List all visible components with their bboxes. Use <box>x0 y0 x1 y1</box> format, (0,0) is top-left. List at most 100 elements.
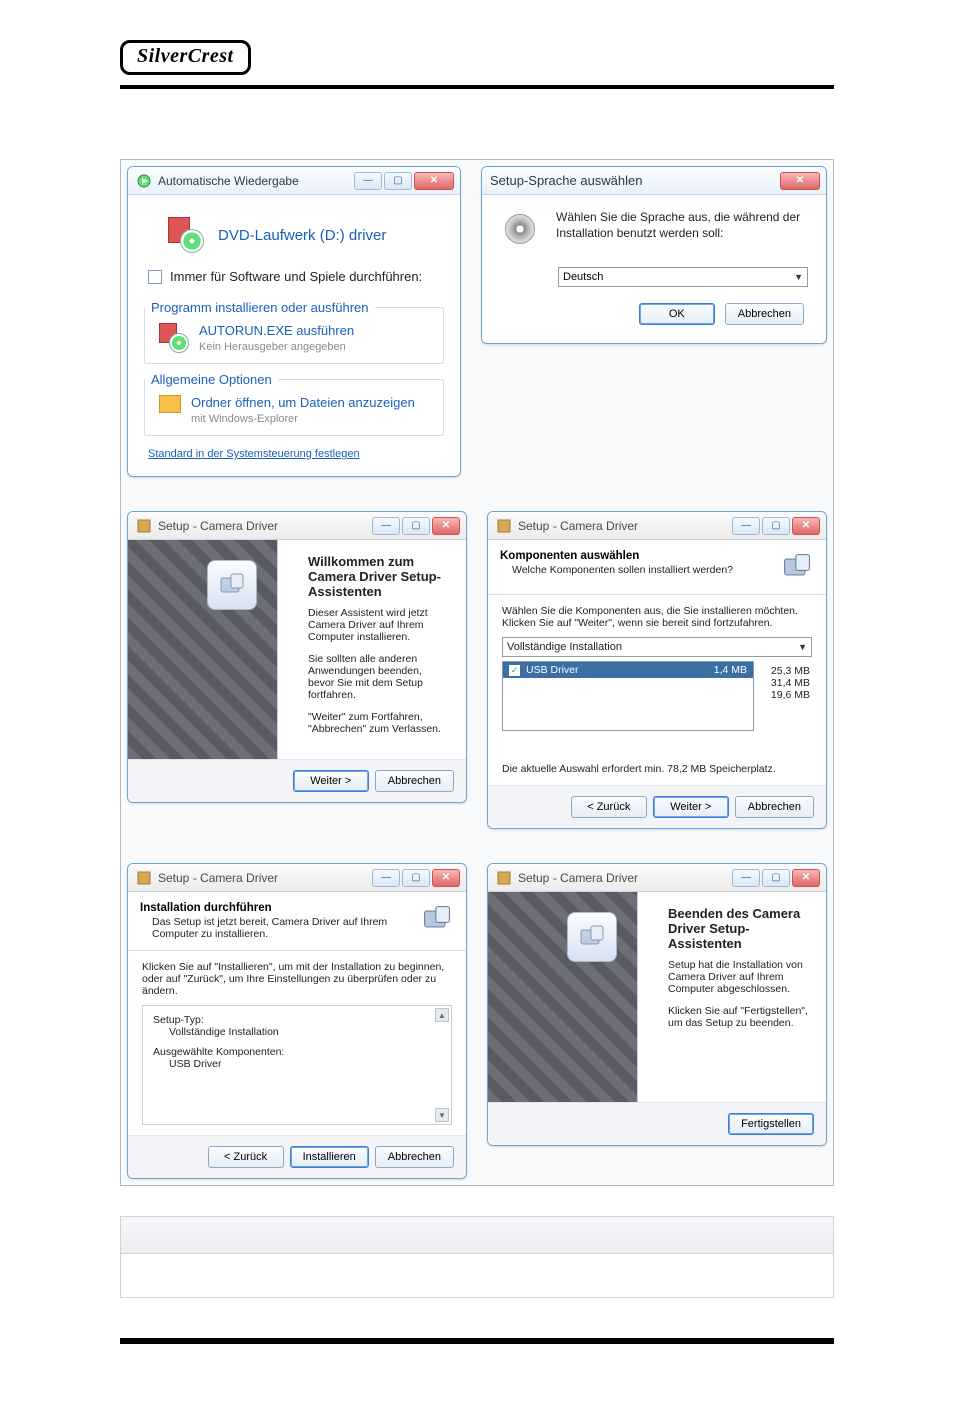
ready-heading: Installation durchführen <box>140 902 412 914</box>
setup-icon <box>496 870 512 886</box>
cancel-button[interactable]: Abbrechen <box>375 1146 454 1168</box>
minimize-button[interactable]: — <box>732 869 760 887</box>
component-item-size: 1,4 MB <box>714 664 747 676</box>
header-rule <box>120 85 834 89</box>
component-checkbox[interactable]: ✓ <box>509 665 520 676</box>
open-folder-option[interactable]: Ordner öffnen, um Dateien anzuzeigen mit… <box>145 387 443 435</box>
autorun-option[interactable]: AUTORUN.EXE ausführen Kein Herausgeber a… <box>145 315 443 363</box>
close-button[interactable]: ✕ <box>780 172 820 190</box>
wizard-welcome-p3: "Weiter" zum Fortfahren, "Abbrechen" zum… <box>308 711 450 735</box>
wizard-side-image <box>128 540 278 759</box>
wizard-side-image <box>488 892 638 1102</box>
close-button[interactable]: ✕ <box>432 517 460 535</box>
open-folder-line2: mit Windows-Explorer <box>191 413 298 425</box>
wizard-badge-icon <box>567 912 617 962</box>
chevron-down-icon: ▼ <box>794 272 803 282</box>
close-button[interactable]: ✕ <box>792 869 820 887</box>
dvd-drive-icon <box>168 217 204 253</box>
autorun-icon <box>159 323 189 353</box>
setup-disc-icon <box>500 209 540 249</box>
language-dialog: Setup-Sprache auswählen ✕ Wählen Sie die… <box>481 166 827 344</box>
chevron-down-icon: ▼ <box>798 642 807 652</box>
ready-subheading: Das Setup ist jetzt bereit, Camera Drive… <box>140 914 412 940</box>
ready-instruction: Klicken Sie auf "Installieren", um mit d… <box>142 961 452 997</box>
maximize-button[interactable]: ▢ <box>402 517 430 535</box>
wizard-ready-window: Setup - Camera Driver — ▢ ✕ Installation… <box>127 863 467 1179</box>
wizard-welcome-window: Setup - Camera Driver — ▢ ✕ <box>127 511 467 803</box>
back-button[interactable]: < Zurück <box>208 1146 284 1168</box>
always-label: Immer für Software und Spiele durchführe… <box>170 269 422 284</box>
minimize-button[interactable]: — <box>732 517 760 535</box>
wizard-header-icon <box>420 902 454 936</box>
close-button[interactable]: ✕ <box>792 517 820 535</box>
language-select[interactable]: Deutsch ▼ <box>558 267 808 287</box>
open-folder-line1: Ordner öffnen, um Dateien anzuzeigen <box>191 395 415 410</box>
summary-components-value: USB Driver <box>153 1058 441 1070</box>
minimize-button[interactable]: — <box>372 517 400 535</box>
language-title: Setup-Sprache auswählen <box>490 173 643 188</box>
scroll-up-icon[interactable]: ▲ <box>435 1008 449 1022</box>
scroll-down-icon[interactable]: ▼ <box>435 1108 449 1122</box>
window-title: Setup - Camera Driver <box>158 519 278 533</box>
brand-logo: SilverCrest <box>120 40 251 75</box>
wizard-welcome-heading: Willkommen zum Camera Driver Setup-Assis… <box>308 554 450 599</box>
summary-components-label: Ausgewählte Komponenten: <box>153 1046 441 1058</box>
maximize-button[interactable]: ▢ <box>762 869 790 887</box>
wizard-finish-p2: Klicken Sie auf "Fertigstellen", um das … <box>668 1005 810 1029</box>
next-button[interactable]: Weiter > <box>293 770 369 792</box>
component-item: USB Driver <box>526 664 579 676</box>
wizard-components-window: Setup - Camera Driver — ▢ ✕ Komponenten … <box>487 511 827 829</box>
finish-button[interactable]: Fertigstellen <box>728 1113 814 1135</box>
group-general-label: Allgemeine Optionen <box>145 372 278 387</box>
minimize-button[interactable]: — <box>372 869 400 887</box>
back-button[interactable]: < Zurück <box>571 796 647 818</box>
autorun-line2: Kein Herausgeber angegeben <box>199 341 346 353</box>
install-preset-select[interactable]: Vollständige Installation ▼ <box>502 637 812 657</box>
size-estimates: 25,3 MB 31,4 MB 19,6 MB <box>760 661 812 731</box>
close-button[interactable]: ✕ <box>432 869 460 887</box>
wizard-finish-window: Setup - Camera Driver — ▢ ✕ <box>487 863 827 1146</box>
setup-icon <box>136 870 152 886</box>
components-subheading: Welche Komponenten sollen installiert we… <box>500 562 772 576</box>
components-heading: Komponenten auswählen <box>500 550 772 562</box>
install-preset-value: Vollständige Installation <box>507 641 622 653</box>
maximize-button[interactable]: ▢ <box>384 172 412 190</box>
components-listbox[interactable]: ✓ USB Driver 1,4 MB <box>502 661 754 731</box>
maximize-button[interactable]: ▢ <box>402 869 430 887</box>
ok-button[interactable]: OK <box>639 303 715 325</box>
language-prompt: Wählen Sie die Sprache aus, die während … <box>556 209 808 241</box>
group-install-label: Programm installieren oder ausführen <box>145 300 375 315</box>
control-panel-link[interactable]: Standard in der Systemsteuerung festlege… <box>148 448 360 460</box>
footer-rule <box>120 1338 834 1344</box>
maximize-button[interactable]: ▢ <box>762 517 790 535</box>
always-checkbox[interactable] <box>148 270 162 284</box>
window-title: Setup - Camera Driver <box>518 519 638 533</box>
components-instruction: Wählen Sie die Komponenten aus, die Sie … <box>502 605 812 629</box>
autoplay-title: Automatische Wiedergabe <box>158 174 299 188</box>
folder-icon <box>159 395 181 413</box>
cancel-button[interactable]: Abbrechen <box>375 770 454 792</box>
autoplay-window: Automatische Wiedergabe — ▢ ✕ <box>127 166 461 477</box>
close-button[interactable]: ✕ <box>414 172 454 190</box>
wizard-welcome-p2: Sie sollten alle anderen Anwendungen bee… <box>308 653 450 701</box>
autorun-line1: AUTORUN.EXE ausführen <box>199 323 354 338</box>
wizard-header-icon <box>780 550 814 584</box>
setup-icon <box>136 518 152 534</box>
window-title: Setup - Camera Driver <box>158 871 278 885</box>
footer-bars <box>120 1216 834 1298</box>
wizard-finish-heading: Beenden des Camera Driver Setup-Assisten… <box>668 906 810 951</box>
install-summary-box: Setup-Typ: Vollständige Installation Aus… <box>142 1005 452 1125</box>
install-button[interactable]: Installieren <box>290 1146 369 1168</box>
wizard-welcome-p1: Dieser Assistent wird jetzt Camera Drive… <box>308 607 450 643</box>
minimize-button[interactable]: — <box>354 172 382 190</box>
cancel-button[interactable]: Abbrechen <box>735 796 814 818</box>
autoplay-icon <box>136 173 152 189</box>
wizard-badge-icon <box>207 560 257 610</box>
summary-type-value: Vollständige Installation <box>153 1026 441 1038</box>
drive-label: DVD-Laufwerk (D:) driver <box>218 227 386 244</box>
cancel-button[interactable]: Abbrechen <box>725 303 804 325</box>
disk-space-required: Die aktuelle Auswahl erfordert min. 78,2… <box>502 763 812 775</box>
language-value: Deutsch <box>563 271 603 283</box>
next-button[interactable]: Weiter > <box>653 796 729 818</box>
setup-icon <box>496 518 512 534</box>
